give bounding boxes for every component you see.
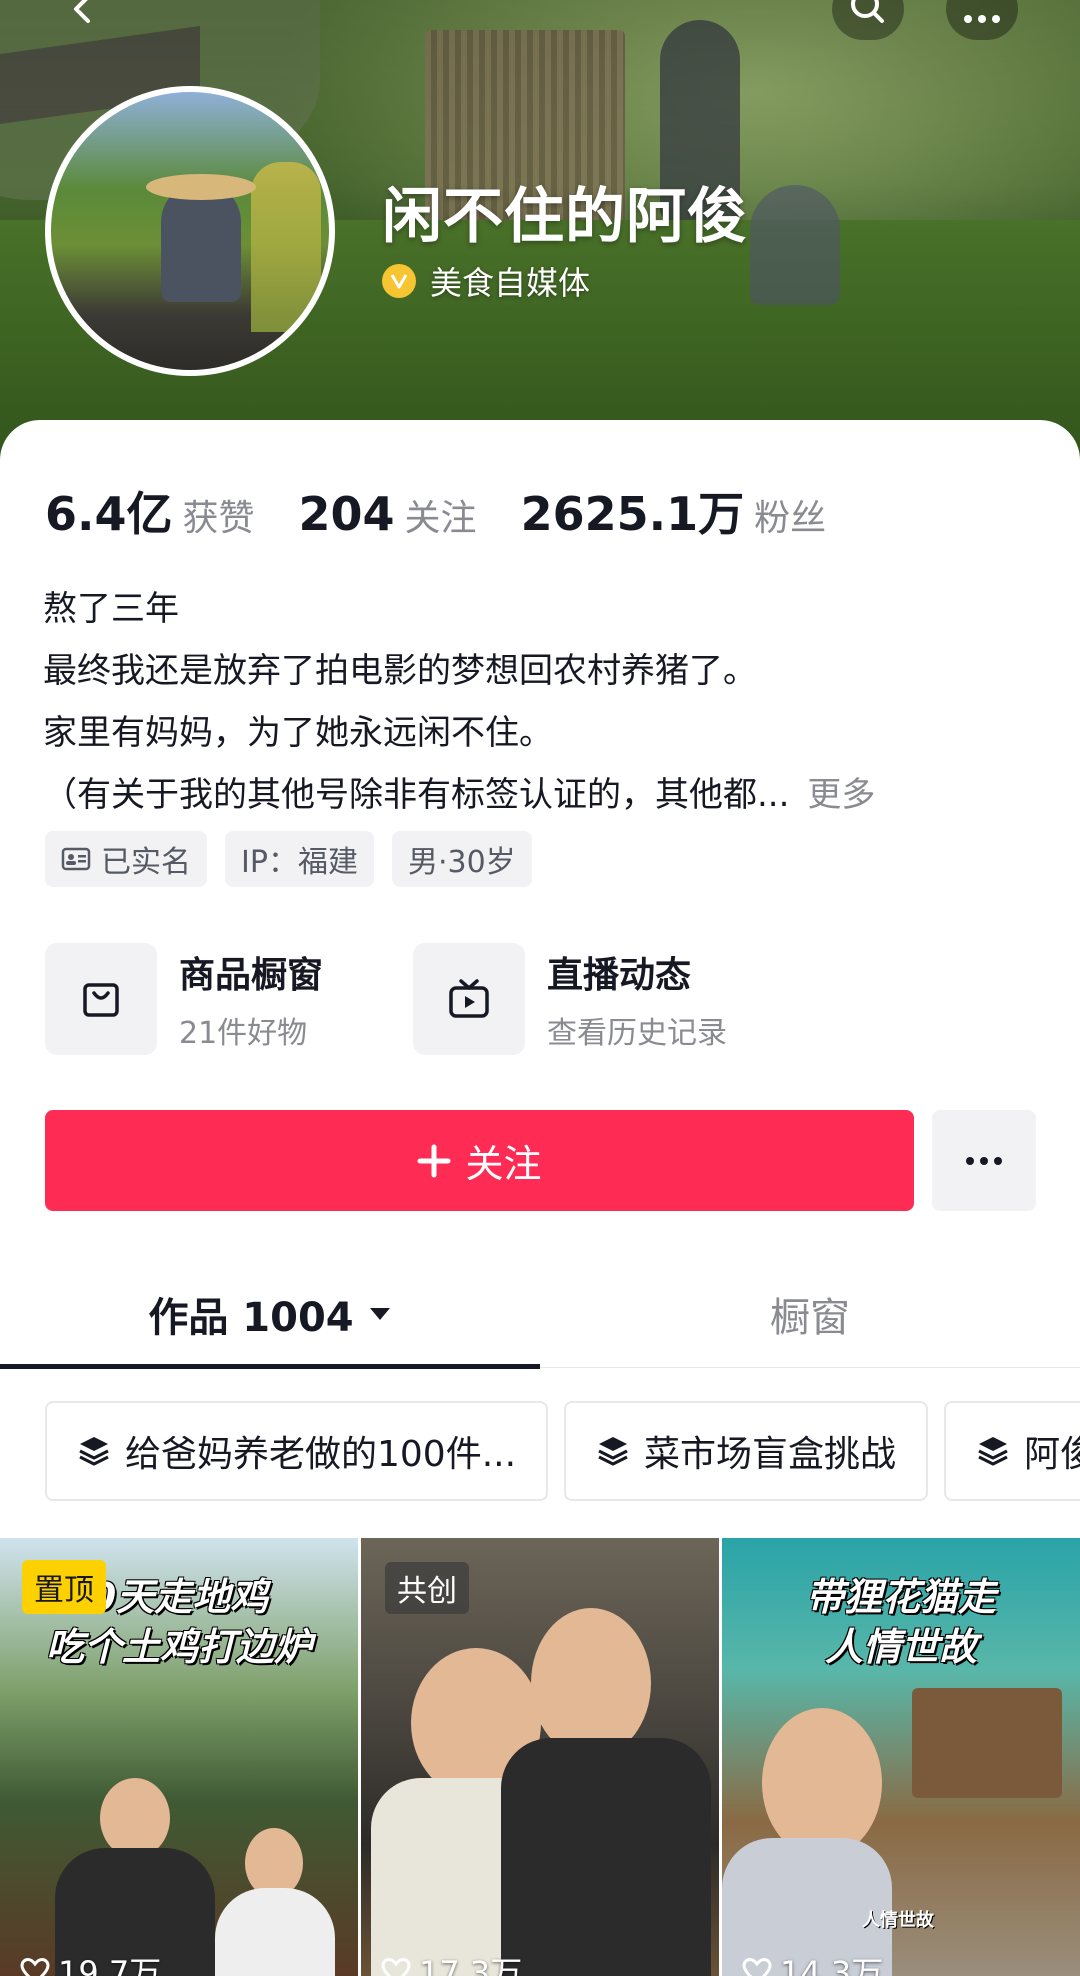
thumb-figure bbox=[912, 1688, 1062, 1798]
live-activity-text: 直播动态 查看历史记录 bbox=[547, 946, 727, 1052]
bio-line-last: （有关于我的其他号除非有标签认证的，其他都... 更多 bbox=[43, 764, 1033, 826]
stat-label: 获赞 bbox=[182, 498, 255, 539]
stat-label: 关注 bbox=[404, 498, 477, 539]
like-count-text: 14.3万 bbox=[780, 1954, 884, 1976]
bio-more-link[interactable]: 更多 bbox=[807, 775, 875, 815]
layers-icon bbox=[77, 1434, 111, 1468]
stat-value: 6.4亿 bbox=[45, 487, 173, 541]
bio-line: 最终我还是放弃了拍电影的梦想回农村养猪了。 bbox=[43, 651, 757, 691]
shop-window-entry[interactable]: 商品橱窗 21件好物 bbox=[45, 943, 323, 1055]
bio-line: （有关于我的其他号除非有标签认证的，其他都... bbox=[43, 775, 790, 815]
profile-more-button[interactable] bbox=[932, 1110, 1036, 1211]
pinned-badge: 置顶 bbox=[22, 1560, 106, 1614]
like-count: 14.3万 bbox=[742, 1948, 883, 1976]
caret-down-icon bbox=[368, 1306, 392, 1322]
tag-gender-age: 男·30岁 bbox=[391, 831, 532, 887]
service-title: 直播动态 bbox=[547, 955, 692, 996]
thumb-figure bbox=[531, 1608, 651, 1758]
bio: 熬了三年 最终我还是放弃了拍电影的梦想回农村养猪了。 家里有妈妈，为了她永远闲不… bbox=[43, 578, 1033, 826]
like-count: 17.3万 bbox=[381, 1948, 522, 1976]
tag-label: 已实名 bbox=[101, 845, 191, 880]
heart-icon bbox=[742, 1957, 772, 1976]
thumb-figure bbox=[215, 1888, 335, 1976]
tag-verified-identity[interactable]: 已实名 bbox=[45, 831, 207, 887]
stat-label: 粉丝 bbox=[754, 498, 827, 539]
tab-works[interactable]: 作品 1004 bbox=[0, 1260, 540, 1369]
service-subtitle: 查看历史记录 bbox=[547, 1016, 728, 1051]
stat-followers[interactable]: 2625.1万 粉丝 bbox=[521, 478, 827, 544]
tv-icon bbox=[413, 943, 526, 1055]
avatar-hat bbox=[146, 174, 256, 200]
caption-line: 带狸花猫走 bbox=[805, 1575, 996, 1619]
video-thumbnail[interactable]: 带狸花猫走人情世故 人情世故 14.3万 bbox=[722, 1538, 1080, 1976]
services-row: 商品橱窗 21件好物 直播动态 查看历史记录 bbox=[45, 943, 817, 1055]
plus-icon bbox=[417, 1136, 451, 1186]
collection-chip[interactable]: 菜市场盲盒挑战 bbox=[564, 1401, 929, 1501]
layers-icon bbox=[976, 1434, 1010, 1468]
id-card-icon bbox=[61, 847, 91, 871]
caption-line: 吃个土鸡打边炉 bbox=[45, 1625, 312, 1669]
layers-icon bbox=[596, 1434, 630, 1468]
collection-chip[interactable]: 给爸妈养老做的100件... bbox=[45, 1401, 549, 1501]
heart-icon bbox=[20, 1957, 50, 1976]
video-overlay-text: 人情世故 bbox=[862, 1910, 934, 1931]
collection-label: 菜市场盲盒挑战 bbox=[644, 1434, 897, 1475]
verified-badge-icon bbox=[382, 264, 416, 298]
chevron-left-icon bbox=[68, 0, 98, 28]
stat-following[interactable]: 204 关注 bbox=[299, 487, 477, 541]
tag-label: IP：福建 bbox=[241, 845, 358, 880]
video-thumbnail[interactable]: 共创 17.3万 bbox=[361, 1538, 719, 1976]
thumb-figure bbox=[501, 1738, 711, 1976]
co-creation-badge: 共创 bbox=[385, 1562, 469, 1614]
bio-line: 家里有妈妈，为了她永远闲不住。 bbox=[43, 713, 553, 753]
video-grid: 0天走地鸡 吃个土鸡打边炉 置顶 19.7万 共创 17.3万 带狸花猫走人情世故… bbox=[0, 1538, 1080, 1976]
more-horizontal-icon bbox=[964, 1151, 1004, 1170]
shopping-bag-icon bbox=[45, 943, 157, 1055]
profile-name: 闲不住的阿俊 bbox=[382, 182, 748, 252]
caption-line: 人情世故 bbox=[824, 1625, 977, 1669]
tab-shop-window[interactable]: 橱窗 bbox=[540, 1260, 1080, 1367]
thumb-figure bbox=[762, 1708, 882, 1858]
more-horizontal-icon bbox=[962, 9, 1002, 28]
tag-label: 男·30岁 bbox=[407, 845, 516, 880]
service-subtitle: 21件好物 bbox=[179, 1016, 308, 1051]
stat-value: 204 bbox=[298, 487, 395, 541]
like-count-text: 17.3万 bbox=[419, 1954, 523, 1976]
follow-label: 关注 bbox=[465, 1142, 542, 1186]
search-icon bbox=[851, 0, 885, 28]
tag-row: 已实名 IP：福建 男·30岁 bbox=[45, 831, 550, 887]
collection-label: 阿俊 bbox=[1024, 1434, 1080, 1475]
stat-likes[interactable]: 6.4亿 获赞 bbox=[45, 478, 255, 544]
collection-chips: 给爸妈养老做的100件... 菜市场盲盒挑战 阿俊 bbox=[45, 1401, 1080, 1501]
verification-text: 美食自媒体 bbox=[430, 264, 591, 302]
shop-window-text: 商品橱窗 21件好物 bbox=[179, 946, 323, 1052]
service-title: 商品橱窗 bbox=[179, 955, 324, 996]
live-activity-entry[interactable]: 直播动态 查看历史记录 bbox=[413, 943, 727, 1055]
avatar[interactable] bbox=[45, 86, 335, 376]
video-thumbnail[interactable]: 0天走地鸡 吃个土鸡打边炉 置顶 19.7万 bbox=[0, 1538, 358, 1976]
like-count: 19.7万 bbox=[20, 1948, 161, 1976]
tab-label: 作品 1004 bbox=[148, 1294, 354, 1341]
follow-button[interactable]: 关注 bbox=[45, 1110, 914, 1211]
stats-row: 6.4亿 获赞 204 关注 2625.1万 粉丝 bbox=[45, 478, 870, 544]
like-count-text: 19.7万 bbox=[58, 1954, 162, 1976]
collection-label: 给爸妈养老做的100件... bbox=[125, 1434, 517, 1475]
tab-label: 橱窗 bbox=[770, 1294, 850, 1341]
tag-ip-location: IP：福建 bbox=[225, 831, 374, 887]
video-caption: 带狸花猫走 人情世故 bbox=[722, 1572, 1080, 1672]
stat-value: 2625.1万 bbox=[520, 487, 745, 541]
bio-line: 熬了三年 bbox=[43, 589, 179, 629]
verification-row: 美食自媒体 bbox=[382, 258, 590, 304]
avatar-figure bbox=[161, 182, 241, 302]
thumb-figure bbox=[100, 1778, 170, 1858]
avatar-grass bbox=[251, 162, 321, 332]
heart-icon bbox=[381, 1957, 411, 1976]
collection-chip[interactable]: 阿俊 bbox=[944, 1401, 1080, 1501]
content-tabs: 作品 1004 橱窗 bbox=[0, 1260, 1080, 1369]
